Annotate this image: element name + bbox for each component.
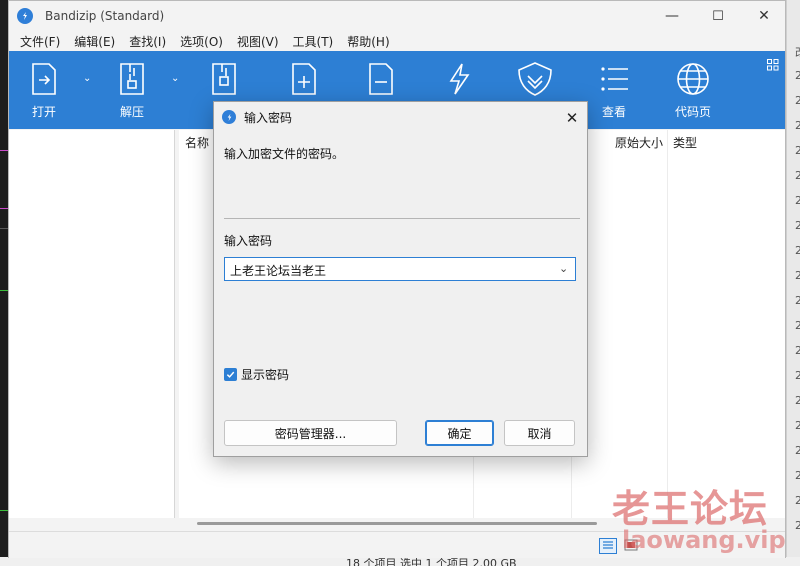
background-row-digit: 2 bbox=[795, 244, 800, 257]
extract-zip-icon bbox=[120, 63, 144, 95]
delete-file-button[interactable] bbox=[364, 61, 398, 97]
watermark-url: laowang.vip bbox=[622, 526, 786, 554]
layout-grid-icon[interactable] bbox=[767, 59, 779, 71]
show-password-checkbox[interactable]: 显示密码 bbox=[224, 366, 289, 383]
background-row-digit: 2 bbox=[795, 94, 800, 107]
background-line bbox=[0, 510, 8, 511]
password-input[interactable]: 上老王论坛当老王 bbox=[230, 262, 326, 279]
extract-button[interactable]: 解压 bbox=[115, 61, 149, 120]
extract-label: 解压 bbox=[119, 105, 144, 119]
password-label: 输入密码 bbox=[224, 234, 273, 248]
scrollbar-thumb[interactable] bbox=[197, 522, 597, 525]
column-header-name[interactable]: 名称 bbox=[185, 134, 209, 151]
ok-button[interactable]: 确定 bbox=[425, 420, 494, 446]
menu-help[interactable]: 帮助(H) bbox=[340, 33, 396, 50]
open-icon bbox=[32, 63, 56, 95]
menu-file[interactable]: 文件(F) bbox=[13, 33, 67, 50]
menu-edit[interactable]: 编辑(E) bbox=[67, 33, 122, 50]
background-row-digit: 2 bbox=[795, 294, 800, 307]
maximize-button[interactable]: ☐ bbox=[695, 1, 741, 31]
dialog-divider bbox=[224, 218, 580, 219]
background-row-digit: 2 bbox=[795, 194, 800, 207]
background-row-digit: 改 bbox=[795, 44, 800, 60]
bandizip-logo-icon bbox=[17, 8, 33, 24]
column-header-original-size[interactable]: 原始大小 bbox=[615, 134, 663, 151]
background-line bbox=[0, 208, 8, 209]
lightning-icon bbox=[449, 63, 470, 95]
view-button[interactable]: 查看 bbox=[597, 61, 631, 120]
background-row-digit: 2 bbox=[795, 269, 800, 282]
background-row-digit: 2 bbox=[795, 444, 800, 457]
codepage-button[interactable]: 代码页 bbox=[675, 61, 711, 120]
cancel-button[interactable]: 取消 bbox=[504, 420, 575, 446]
menu-tools[interactable]: 工具(T) bbox=[286, 33, 341, 50]
minimize-button[interactable]: — bbox=[649, 1, 695, 31]
remove-file-icon bbox=[369, 63, 393, 95]
menu-options[interactable]: 选项(O) bbox=[173, 33, 230, 50]
view-label: 查看 bbox=[601, 105, 626, 119]
column-header-type[interactable]: 类型 bbox=[673, 134, 697, 151]
shield-check-icon bbox=[518, 62, 552, 96]
background-row-digit: 2 bbox=[795, 494, 800, 507]
password-dialog: 输入密码 ✕ 输入加密文件的密码。 输入密码 上老王论坛当老王 ⌄ 显示密码 密… bbox=[213, 101, 588, 457]
background-line bbox=[0, 150, 8, 151]
add-file-icon bbox=[292, 63, 316, 95]
menu-find[interactable]: 查找(I) bbox=[122, 33, 173, 50]
checkbox-checked-icon[interactable] bbox=[224, 368, 237, 381]
codepage-label: 代码页 bbox=[675, 105, 712, 119]
desktop-background-left bbox=[0, 0, 8, 566]
bandizip-logo-icon bbox=[222, 110, 236, 124]
watermark-text: 老王论坛 bbox=[612, 487, 769, 531]
scan-button[interactable] bbox=[516, 61, 554, 97]
open-button[interactable]: 打开 bbox=[27, 61, 61, 120]
background-row-digit: 2 bbox=[795, 469, 800, 482]
background-row-digit: 2 bbox=[795, 519, 800, 532]
password-manager-button[interactable]: 密码管理器... bbox=[224, 420, 397, 446]
background-row-digit: 2 bbox=[795, 69, 800, 82]
add-file-button[interactable] bbox=[287, 61, 321, 97]
details-view-icon[interactable] bbox=[599, 538, 617, 554]
chevron-down-icon[interactable]: ⌄ bbox=[559, 262, 568, 275]
open-label: 打开 bbox=[31, 105, 56, 119]
background-line bbox=[0, 228, 8, 229]
password-combobox[interactable]: 上老王论坛当老王 ⌄ bbox=[224, 257, 576, 281]
window-title: Bandizip (Standard) bbox=[45, 9, 165, 23]
column-divider bbox=[667, 130, 668, 518]
menu-view[interactable]: 视图(V) bbox=[230, 33, 286, 50]
show-password-label: 显示密码 bbox=[241, 368, 290, 382]
dialog-close-button[interactable]: ✕ bbox=[560, 106, 584, 130]
test-archive-button[interactable] bbox=[207, 61, 241, 97]
menu-bar: 文件(F) 编辑(E) 查找(I) 选项(O) 视图(V) 工具(T) 帮助(H… bbox=[9, 31, 785, 51]
dialog-title: 输入密码 bbox=[244, 110, 293, 125]
background-row-digit: 2 bbox=[795, 219, 800, 232]
background-window-edge: 改 2 2 2 2 2 2 2 2 2 2 2 2 2 2 2 2 2 2 2 bbox=[786, 0, 800, 566]
globe-icon bbox=[677, 63, 709, 95]
quick-action-button[interactable] bbox=[442, 61, 476, 97]
close-button[interactable]: ✕ bbox=[741, 1, 787, 31]
background-row-digit: 2 bbox=[795, 344, 800, 357]
background-line bbox=[0, 290, 8, 291]
archive-icon bbox=[212, 63, 236, 95]
background-row-digit: 2 bbox=[795, 369, 800, 382]
background-row-digit: 2 bbox=[795, 319, 800, 332]
list-view-icon bbox=[601, 67, 628, 91]
extract-dropdown-chevron-icon[interactable]: ⌄ bbox=[171, 73, 179, 84]
background-row-digit: 2 bbox=[795, 119, 800, 132]
background-row-digit: 2 bbox=[795, 419, 800, 432]
dialog-title-bar: 输入密码 bbox=[214, 102, 587, 132]
dialog-message: 输入加密文件的密码。 bbox=[224, 147, 345, 161]
background-status-strip: 18 个项目 选中 1 个项目 2.00 GB bbox=[0, 557, 800, 566]
background-row-digit: 2 bbox=[795, 394, 800, 407]
open-dropdown-chevron-icon[interactable]: ⌄ bbox=[83, 73, 91, 84]
title-bar: Bandizip (Standard) — ☐ ✕ bbox=[9, 1, 785, 31]
background-row-digit: 2 bbox=[795, 169, 800, 182]
background-row-digit: 2 bbox=[795, 144, 800, 157]
folder-tree-pane[interactable] bbox=[9, 130, 175, 518]
